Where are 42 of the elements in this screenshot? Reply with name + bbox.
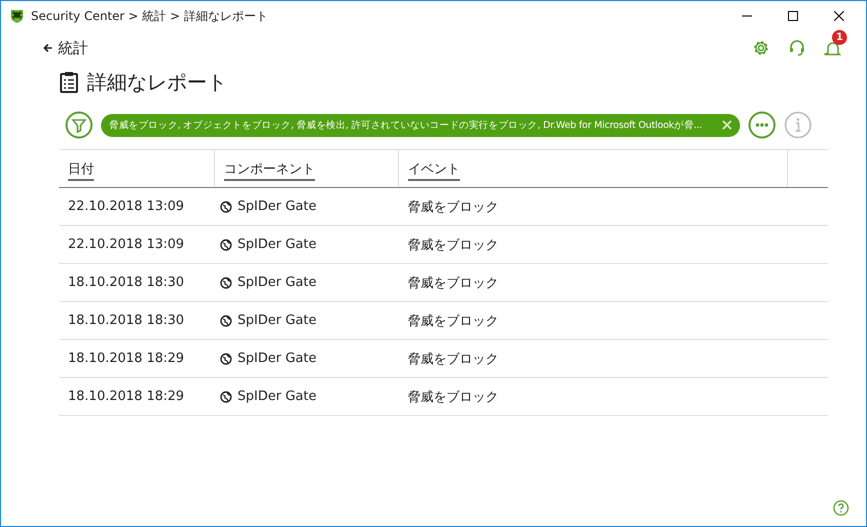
globe-icon xyxy=(220,314,232,326)
table-cell: 18.10.2018 18:29 xyxy=(68,389,184,404)
filter-text: 脅威をブロック, オブジェクトをブロック, 脅威を検出, 許可されていないコードの実行をブロック, Dr.Web for Microsoft Outlookが脅... xyxy=(109,118,704,132)
globe-icon xyxy=(220,390,232,402)
window-title: Security Center > 統計 > 詳細なレポート xyxy=(31,8,269,24)
table-cell: 22.10.2018 13:09 xyxy=(68,199,184,214)
table-cell: SpIDer Gate xyxy=(238,351,316,366)
globe-icon xyxy=(220,352,232,364)
back-link[interactable]: 統計 xyxy=(43,38,88,58)
table-cell: SpIDer Gate xyxy=(238,389,316,404)
table-cell: 18.10.2018 18:29 xyxy=(68,351,184,366)
more-icon[interactable] xyxy=(748,111,776,139)
table-cell: 脅威をブロック xyxy=(408,314,498,328)
help-icon[interactable] xyxy=(833,500,849,516)
clipboard-icon xyxy=(59,71,79,93)
table-cell: 脅威をブロック xyxy=(408,390,498,404)
column-header[interactable]: 日付 xyxy=(68,162,94,180)
table-cell: 18.10.2018 18:30 xyxy=(68,275,184,290)
table-cell: 脅威をブロック xyxy=(408,238,498,252)
spider-logo-icon xyxy=(9,8,25,24)
table-cell: 脅威をブロック xyxy=(408,276,498,290)
table-cell: 18.10.2018 18:30 xyxy=(68,313,184,328)
settings-icon[interactable] xyxy=(752,39,770,57)
globe-icon xyxy=(220,276,232,288)
globe-icon xyxy=(220,200,232,212)
arrow-left-icon xyxy=(43,43,53,53)
notification-badge: 1 xyxy=(832,30,847,45)
page-title: 詳細なレポート xyxy=(87,68,227,96)
close-icon[interactable] xyxy=(834,11,844,21)
table-cell: 脅威をブロック xyxy=(408,352,498,366)
headset-icon[interactable] xyxy=(788,39,806,57)
table-cell: SpIDer Gate xyxy=(238,199,316,214)
table-cell: 22.10.2018 13:09 xyxy=(68,237,184,252)
table-cell: SpIDer Gate xyxy=(238,313,316,328)
table-cell: SpIDer Gate xyxy=(238,237,316,252)
info-icon[interactable] xyxy=(784,111,812,139)
table-cell: SpIDer Gate xyxy=(238,275,316,290)
filter-icon[interactable] xyxy=(65,111,93,139)
column-header[interactable]: イベント xyxy=(408,162,460,180)
maximize-icon[interactable] xyxy=(788,11,798,21)
table-cell: 脅威をブロック xyxy=(408,200,498,214)
globe-icon xyxy=(220,238,232,250)
